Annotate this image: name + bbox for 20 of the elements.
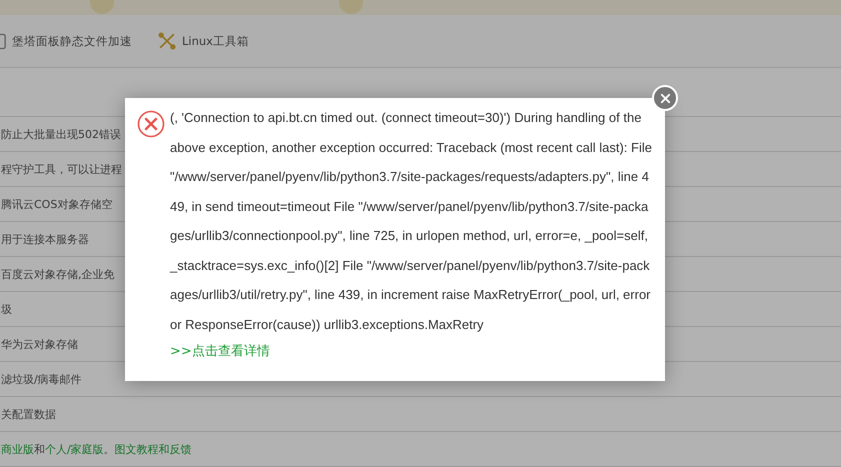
- close-icon[interactable]: [660, 92, 670, 104]
- plugin-description: 程守护工具，可以让进程: [0, 162, 122, 176]
- close-button[interactable]: [652, 85, 678, 111]
- plugin-description: 华为云对象存储: [0, 336, 78, 352]
- link[interactable]: 商业版: [1, 442, 34, 456]
- error-message: (, 'Connection to api.bt.cn timed out. (connect timeout=30)') During handling of the above exception, another exception occurred: Traceback (most recent call last): File "/www/server/panel/pyenv/lib/python3.7/site-packages/requests/adapters.py", line 449, in send timeout=timeout File "/www/server/panel/pyenv/lib/python3.7/site-packages/urllib3/connectionpool.py", line 725, in urlopen method, url, error=e, _pool=self, _stacktrace=sys.exc_info()[2] File "/www/server/panel/pyenv/lib/python3.7/site-packages/urllib3/util/retry.py", line 439, in increment raise MaxRetryError(_pool, url, error or ResponseError(cause)) urllib3.exceptions.MaxRetry: [170, 109, 652, 334]
- link[interactable]: 图文教程和反馈: [114, 442, 192, 456]
- plugin-description: 滤垃圾/病毒邮件: [0, 372, 82, 386]
- details-link[interactable]: >>点击查看详情: [170, 339, 652, 365]
- plugin-description: 腾讯云COS对象存储空: [0, 196, 112, 212]
- toolbar-link[interactable]: 堡塔面板静态文件加速: [12, 34, 132, 48]
- link[interactable]: 个人/家庭版: [45, 442, 104, 456]
- error-icon: [137, 110, 165, 138]
- plugin-description: 防止大批量出现502错误: [0, 126, 121, 142]
- plugin-description: 百度云对象存储,企业免: [0, 266, 114, 282]
- plugin-description: 用于连接本服务器: [0, 232, 89, 246]
- toolbar-link[interactable]: Linux工具箱: [182, 34, 249, 48]
- plugin-description: 圾: [0, 302, 12, 316]
- plugin-description: 关配置数据: [0, 406, 56, 422]
- plugin-description: 商业版和个人/家庭版。图文教程和反馈: [0, 442, 192, 456]
